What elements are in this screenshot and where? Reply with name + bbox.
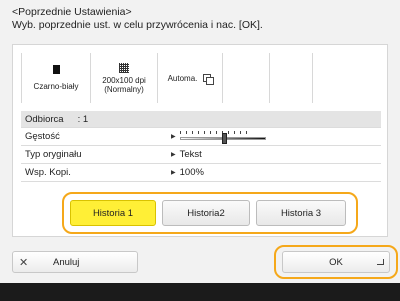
cancel-label: Anuluj [53,256,80,268]
enter-icon [377,259,384,265]
ok-button-highlight: OK [274,245,398,279]
copy-ratio-value: 100% [179,167,204,178]
duplex-label: Automa. [167,73,198,83]
close-icon: ✕ [19,256,29,269]
empty-setting-slot [223,53,270,103]
table-row: Typ oryginału ▶ Tekst [21,146,381,164]
recipient-count: : 1 [77,113,89,125]
table-row: Wsp. Kopi. ▶ 100% [21,164,381,182]
page-header: <Poprzednie Ustawienia> Wyb. poprzednie … [12,6,263,32]
cancel-button[interactable]: ✕ Anuluj [12,251,138,273]
duplex-setting: Automa. [158,53,223,103]
density-label: Gęstość [25,131,60,142]
resolution-icon [119,62,129,73]
history-3-button[interactable]: Historia 3 [256,200,346,226]
settings-summary: Czarno-biały 200x100 dpi (Normalny) Auto… [21,53,381,103]
ok-button[interactable]: OK [282,251,390,273]
page-instruction: Wyb. poprzednie ust. w celu przywrócenia… [12,19,263,31]
recipient-label: Odbiorca [25,113,64,125]
original-type-value: Tekst [179,149,202,160]
page-title: <Poprzednie Ustawienia> [12,6,132,18]
history-1-button[interactable]: Historia 1 [70,200,156,226]
copy-pages-icon [203,73,215,85]
density-gauge [179,131,270,144]
settings-table: Odbiorca : 1 Gęstość ▶ Typ oryginału ▶ T… [21,111,381,182]
history-2-button[interactable]: Historia2 [162,200,250,226]
resolution-label-1: 200x100 dpi [102,75,146,85]
color-mode-setting: Czarno-biały [21,53,91,103]
recipient-row: Odbiorca : 1 [21,111,381,128]
black-white-icon [52,65,60,74]
empty-setting-slot [270,53,313,103]
triangle-icon: ▶ [171,170,176,176]
triangle-icon: ▶ [171,152,176,158]
triangle-icon: ▶ [171,134,176,140]
bottom-bar [0,283,400,301]
resolution-label-2: (Normalny) [104,84,144,94]
density-indicator [221,133,227,144]
color-mode-label: Czarno-biały [33,82,79,91]
copy-ratio-label: Wsp. Kopi. [25,167,71,178]
ok-label: OK [329,256,343,268]
original-type-label: Typ oryginału [25,149,82,160]
table-row: Gęstość ▶ [21,128,381,146]
resolution-setting: 200x100 dpi (Normalny) [91,53,158,103]
history-button-group: Historia 1 Historia2 Historia 3 [62,192,358,234]
